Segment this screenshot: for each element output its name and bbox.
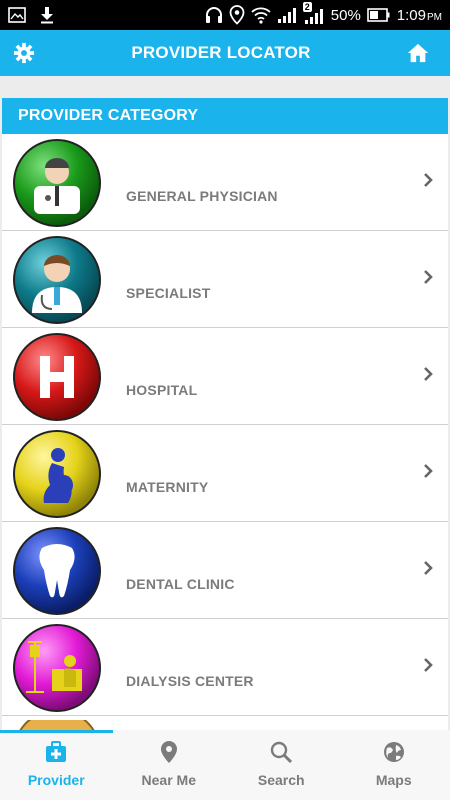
chevron-right-icon: [424, 173, 433, 187]
category-item-dental-clinic[interactable]: DENTAL CLINIC: [2, 522, 448, 619]
category-label: DENTAL CLINIC: [126, 576, 235, 592]
location-icon: [229, 5, 245, 25]
chevron-right-icon: [424, 561, 433, 575]
headphones-icon: [205, 7, 222, 23]
category-item-hospital[interactable]: HOSPITAL: [2, 328, 448, 425]
nav-label: Maps: [375, 772, 412, 788]
nav-maps[interactable]: Maps: [338, 730, 450, 800]
specialist-icon: [12, 235, 102, 325]
gear-icon: [13, 42, 35, 64]
category-label: DIALYSIS CENTER: [126, 673, 254, 689]
chevron-right-icon: [424, 270, 433, 284]
battery-percent: 50%: [330, 6, 361, 24]
hospital-icon: [12, 332, 102, 422]
signal-icon: [277, 8, 296, 23]
pin-icon: [160, 741, 177, 763]
signal-sim2: 2: [302, 2, 325, 25]
nav-provider[interactable]: Provider: [0, 730, 113, 800]
medical-case-icon: [46, 741, 67, 762]
category-item-specialist[interactable]: SPECIALIST: [2, 231, 448, 328]
tooth-icon: [12, 526, 102, 616]
image-icon: [8, 7, 26, 23]
settings-button[interactable]: [0, 30, 48, 76]
doctor-icon: [12, 138, 102, 228]
nav-near-me[interactable]: Near Me: [113, 730, 226, 800]
category-label: GENERAL PHYSICIAN: [126, 188, 278, 204]
page-title: PROVIDER LOCATOR: [131, 43, 311, 62]
category-item-maternity[interactable]: MATERNITY: [2, 425, 448, 522]
nav-label: Provider: [27, 772, 85, 788]
chevron-right-icon: [424, 367, 433, 381]
home-icon: [407, 43, 429, 63]
category-label: MATERNITY: [126, 479, 209, 495]
clock: 1:09PM: [396, 6, 442, 24]
maternity-icon: [12, 429, 102, 519]
card-header: PROVIDER CATEGORY: [2, 98, 448, 134]
chevron-right-icon: [424, 464, 433, 478]
status-bar: 2 50% 1:09PM: [0, 0, 450, 30]
globe-icon: [383, 742, 404, 762]
dialysis-icon: [12, 623, 102, 713]
category-item-general-physician[interactable]: GENERAL PHYSICIAN: [2, 134, 448, 231]
nav-search[interactable]: Search: [225, 730, 338, 800]
category-item-dialysis-center[interactable]: DIALYSIS CENTER: [2, 619, 448, 716]
category-label: HOSPITAL: [126, 382, 198, 398]
chevron-right-icon: [424, 658, 433, 672]
download-icon: [41, 7, 53, 24]
bottom-nav: Provider Near Me Search Maps: [0, 730, 450, 800]
home-button[interactable]: [394, 30, 442, 76]
app-bar: PROVIDER LOCATOR: [0, 30, 450, 76]
nav-label: Near Me: [141, 772, 196, 788]
wifi-icon: [251, 7, 271, 24]
search-icon: [271, 741, 293, 764]
battery-icon: [366, 8, 390, 22]
category-item-partial[interactable]: [2, 716, 448, 730]
category-icon-partial: [19, 720, 95, 730]
category-list: GENERAL PHYSICIAN SPECIALIST HOSPITAL MA…: [2, 134, 448, 730]
nav-label: Search: [257, 772, 305, 788]
provider-category-card: PROVIDER CATEGORY GENERAL PHYSICIAN SPEC…: [2, 98, 448, 730]
sim-badge: 2: [302, 2, 312, 12]
category-label: SPECIALIST: [126, 285, 211, 301]
